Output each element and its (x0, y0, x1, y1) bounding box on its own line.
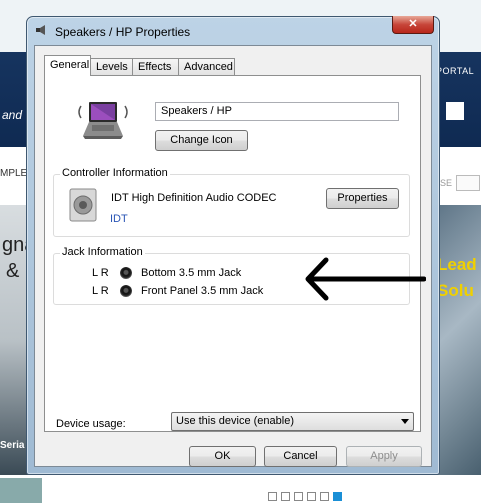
properties-button[interactable]: Properties (326, 188, 399, 209)
carousel-pager (268, 492, 342, 501)
tab-general[interactable]: General (44, 55, 91, 76)
jack-channels: L R (92, 267, 109, 279)
laptop-speakers-icon (78, 102, 128, 139)
bg-banner-headline: Lead Solu (437, 252, 477, 304)
change-icon-button[interactable]: Change Icon (155, 130, 248, 151)
controller-info-label: Controller Information (60, 167, 170, 179)
device-name-field[interactable]: Speakers / HP (155, 102, 399, 121)
bg-right-banner (434, 205, 481, 475)
dialog-title: Speakers / HP Properties (55, 25, 191, 39)
speaker-device-icon (69, 188, 97, 222)
pager-dot[interactable] (307, 492, 316, 501)
dialog-client: General Levels Effects Advanced Speakers… (34, 45, 432, 467)
pager-dot[interactable] (294, 492, 303, 501)
speaker-app-icon (36, 25, 45, 35)
bg-search-label: SE (440, 178, 453, 188)
bg-text-and: and (2, 108, 23, 122)
device-usage-value: Use this device (enable) (176, 415, 295, 427)
chevron-down-icon (401, 419, 409, 424)
jack-label: Front Panel 3.5 mm Jack (141, 285, 264, 297)
ok-button[interactable]: OK (189, 446, 256, 467)
apply-button[interactable]: Apply (346, 446, 422, 467)
controller-info-group: Controller Information IDT High Definiti… (53, 167, 410, 237)
bg-bottom-image (0, 478, 42, 503)
cancel-button[interactable]: Cancel (264, 446, 337, 467)
jack-row: L R Bottom 3.5 mm Jack (92, 265, 241, 281)
left-arrow-annotation-icon (305, 257, 426, 301)
jack-label: Bottom 3.5 mm Jack (141, 267, 242, 279)
bg-lead-text: Lead (437, 255, 477, 274)
bg-bottom-strip (0, 475, 481, 503)
tab-effects[interactable]: Effects (132, 58, 179, 75)
bg-serial-text: Seria (0, 440, 25, 451)
bg-search-input[interactable] (456, 175, 480, 191)
pager-dot[interactable] (281, 492, 290, 501)
general-panel: Speakers / HP Change Icon Controller Inf… (44, 75, 426, 432)
bg-heading-amp: & (6, 260, 20, 282)
jack-info-label: Jack Information (60, 246, 145, 258)
jack-channels: L R (92, 285, 109, 297)
title-bar[interactable]: Speakers / HP Properties ✕ (27, 16, 439, 45)
jack-icon (120, 285, 132, 297)
bg-solu-text: Solu (437, 281, 474, 300)
bg-white-box (446, 102, 464, 120)
pager-dot[interactable] (268, 492, 277, 501)
jack-icon (120, 267, 132, 279)
jack-row: L R Front Panel 3.5 mm Jack (92, 283, 263, 299)
vendor-link[interactable]: IDT (110, 213, 128, 225)
device-usage-label: Device usage: (56, 418, 126, 430)
controller-name: IDT High Definition Audio CODEC (111, 192, 277, 204)
properties-dialog: Speakers / HP Properties ✕ General Level… (26, 16, 440, 475)
close-icon: ✕ (408, 18, 418, 30)
tab-levels[interactable]: Levels (90, 58, 133, 75)
pager-dot[interactable] (333, 492, 342, 501)
pager-dot[interactable] (320, 492, 329, 501)
bg-portal-link[interactable]: PORTAL (436, 66, 474, 76)
tab-advanced[interactable]: Advanced (178, 58, 235, 75)
bg-nav-text[interactable]: MPLE (0, 168, 27, 179)
device-usage-select[interactable]: Use this device (enable) (171, 412, 414, 431)
close-button[interactable]: ✕ (392, 16, 434, 34)
